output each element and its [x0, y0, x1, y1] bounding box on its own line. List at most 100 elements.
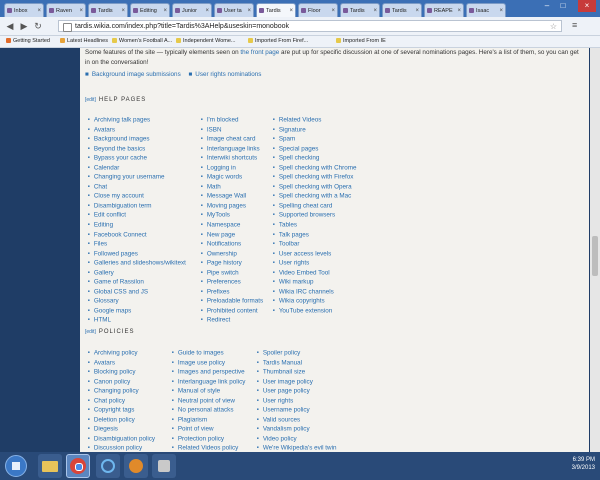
list-item-link[interactable]: Chat	[88, 182, 186, 192]
app-icon[interactable]	[152, 454, 176, 478]
list-item-link[interactable]: Thumbnail size	[257, 367, 337, 377]
list-item-link[interactable]: User rights	[257, 396, 337, 406]
browser-tab[interactable]: Tardis ×	[340, 3, 380, 17]
tab-close-icon[interactable]: ×	[457, 4, 461, 17]
start-button[interactable]	[5, 455, 27, 477]
help-pages-edit-link[interactable]: [edit]	[85, 97, 96, 103]
list-item-link[interactable]: Video Embed Tool	[273, 268, 357, 278]
list-item-link[interactable]: Spell checking with Opera	[273, 182, 357, 192]
scrollbar-thumb[interactable]	[592, 236, 598, 276]
tab-close-icon[interactable]: ×	[163, 4, 167, 17]
list-item-link[interactable]: Preloadable formats	[201, 296, 263, 306]
list-item-link[interactable]: Neutral point of view	[172, 396, 245, 406]
browser-tab[interactable]: REAPE ×	[424, 3, 464, 17]
list-item-link[interactable]: Image use policy	[172, 358, 245, 368]
list-item-link[interactable]: Background images	[88, 134, 186, 144]
list-item-link[interactable]: Close my account	[88, 191, 186, 201]
list-item-link[interactable]: Copyright tags	[88, 405, 155, 415]
browser-tab[interactable]: Inbox ×	[4, 3, 44, 17]
list-item-link[interactable]: Guide to images	[172, 348, 245, 358]
list-item-link[interactable]: Spell checking with Chrome	[273, 163, 357, 173]
list-item-link[interactable]: Galleries and slideshows/wikitext	[88, 258, 186, 268]
list-item-link[interactable]: Edit conflict	[88, 210, 186, 220]
list-item-link[interactable]: Tardis Manual	[257, 358, 337, 368]
list-item-link[interactable]: Images and perspective	[172, 367, 245, 377]
list-item-link[interactable]: Toolbar	[273, 239, 357, 249]
list-item-link[interactable]: Vandalism policy	[257, 424, 337, 434]
list-item-link[interactable]: I'm blocked	[201, 115, 263, 125]
browser-tab[interactable]: Tardis ×	[382, 3, 422, 17]
list-item-link[interactable]: Magic words	[201, 172, 263, 182]
list-item-link[interactable]: Prohibited content	[201, 306, 263, 316]
tab-close-icon[interactable]: ×	[79, 4, 83, 17]
media-player-icon[interactable]	[124, 454, 148, 478]
list-item-link[interactable]: Interlanguage link policy	[172, 377, 246, 387]
list-item-link[interactable]: Interlanguage links	[201, 144, 263, 154]
list-item-link[interactable]: Diegesis	[88, 424, 155, 434]
list-item-link[interactable]: User image policy	[257, 377, 337, 387]
close-window-button[interactable]: ×	[578, 0, 596, 12]
list-item-link[interactable]: Glossary	[88, 296, 186, 306]
list-item-link[interactable]: Global CSS and JS	[88, 287, 186, 297]
list-item-link[interactable]: Pipe switch	[201, 268, 263, 278]
list-item-link[interactable]: ISBN	[201, 125, 263, 135]
list-item-link[interactable]: Protection policy	[172, 434, 245, 444]
tab-close-icon[interactable]: ×	[373, 4, 377, 17]
list-item-link[interactable]: Plagiarism	[172, 415, 245, 425]
list-item-link[interactable]: Related Videos policy	[172, 443, 245, 452]
list-item-link[interactable]: Avatars	[88, 125, 186, 135]
list-item-link[interactable]: Archiving policy	[88, 348, 155, 358]
list-item-link[interactable]: Spell checking with a Mac	[273, 191, 357, 201]
list-item-link[interactable]: Signature	[273, 125, 357, 135]
list-item-link[interactable]: Chat policy	[88, 396, 155, 406]
list-item-link[interactable]: Bypass your cache	[88, 153, 186, 163]
list-item-link[interactable]: Spelling cheat card	[273, 201, 357, 211]
list-item-link[interactable]: Moving pages	[201, 201, 263, 211]
list-item-link[interactable]: HTML	[88, 315, 186, 325]
list-item-link[interactable]: Point of view	[172, 424, 245, 434]
list-item-link[interactable]: Deletion policy	[88, 415, 155, 425]
list-item-link[interactable]: Math	[201, 182, 263, 192]
browser-tab[interactable]: Raven ×	[46, 3, 86, 17]
minimize-button[interactable]: –	[540, 0, 554, 12]
browser-tab[interactable]: Tardis ×	[88, 3, 128, 17]
list-item-link[interactable]: Canon policy	[88, 377, 155, 387]
list-item-link[interactable]: Facebook Connect	[88, 230, 186, 240]
list-item-link[interactable]: Video policy	[257, 434, 337, 444]
list-item-link[interactable]: Prefixes	[201, 287, 263, 297]
bookmark-star-icon[interactable]: ☆	[550, 21, 557, 33]
tab-close-icon[interactable]: ×	[121, 4, 125, 17]
forward-button[interactable]: ▶	[18, 20, 30, 32]
list-item-link[interactable]: Valid sources	[257, 415, 337, 425]
browser-tab[interactable]: Junior ×	[172, 3, 212, 17]
tab-close-icon[interactable]: ×	[247, 4, 251, 17]
browser-tab[interactable]: Isaac ×	[466, 3, 506, 17]
list-item-link[interactable]: Disambiguation term	[88, 201, 186, 211]
list-item-link[interactable]: No personal attacks	[172, 405, 245, 415]
list-item-link[interactable]: Followed pages	[88, 249, 186, 259]
list-item-link[interactable]: MyTools	[201, 210, 263, 220]
list-item-link[interactable]: YouTube extension	[273, 306, 357, 316]
list-item-link[interactable]: Disambiguation policy	[88, 434, 155, 444]
list-item-link[interactable]: Talk pages	[273, 230, 357, 240]
list-item-link[interactable]: Manual of style	[172, 386, 245, 396]
list-item-link[interactable]: Spell checking	[273, 153, 357, 163]
address-bar[interactable]: tardis.wikia.com/index.php?title=Tardis%…	[58, 20, 562, 32]
list-item-link[interactable]: Gallery	[88, 268, 186, 278]
maximize-button[interactable]: □	[556, 0, 570, 12]
bookmark-item[interactable]: Getting Started	[6, 38, 50, 44]
list-item-link[interactable]: Beyond the basics	[88, 144, 186, 154]
tab-close-icon[interactable]: ×	[415, 4, 419, 17]
list-item-link[interactable]: Supported browsers	[273, 210, 357, 220]
list-item-link[interactable]: Page history	[201, 258, 263, 268]
list-item-link[interactable]: New page	[201, 230, 263, 240]
list-item-link[interactable]: Discussion policy	[88, 443, 155, 452]
list-item-link[interactable]: Editing	[88, 220, 186, 230]
tab-close-icon[interactable]: ×	[205, 4, 209, 17]
file-explorer-icon[interactable]	[38, 454, 62, 478]
list-item-link[interactable]: Related Videos	[273, 115, 357, 125]
list-item-link[interactable]: User rights	[273, 258, 357, 268]
list-item-link[interactable]: Google maps	[88, 306, 186, 316]
list-item-link[interactable]: Wikia IRC channels	[273, 287, 357, 297]
list-item-link[interactable]: Wikia copyrights	[273, 296, 357, 306]
